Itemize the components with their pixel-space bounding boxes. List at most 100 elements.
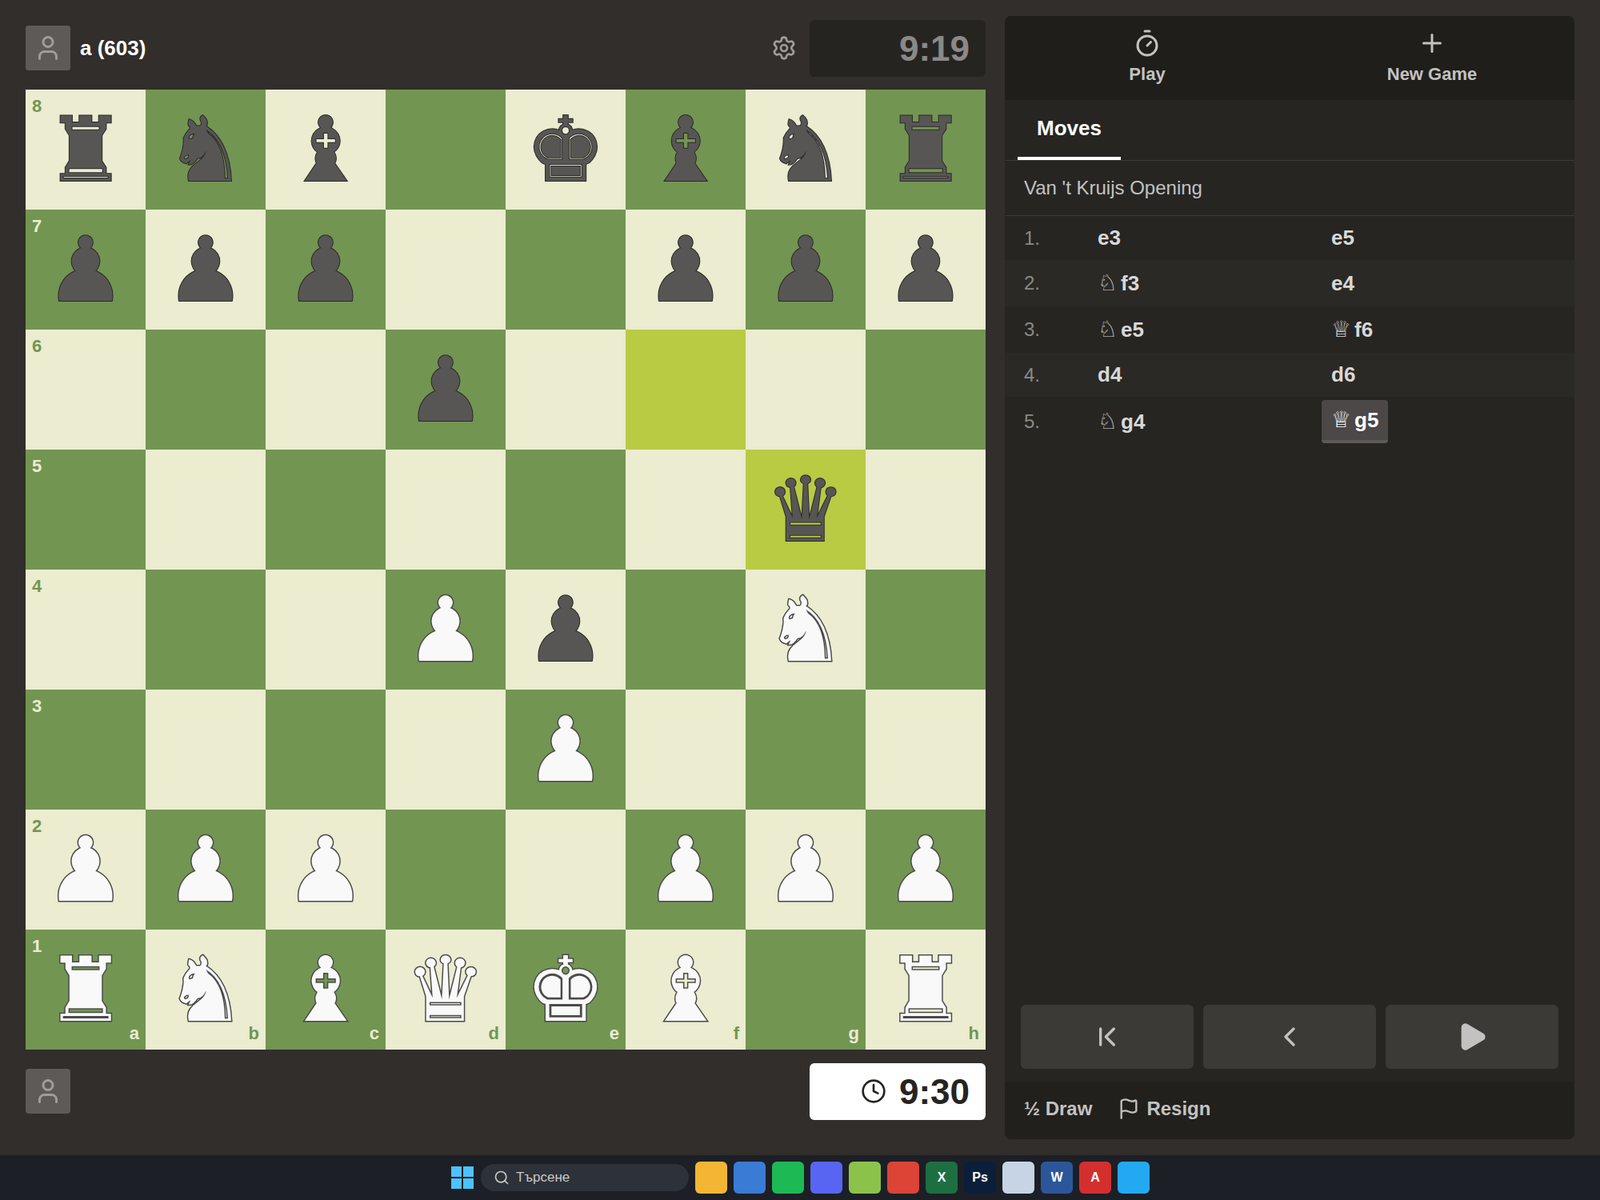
board-square[interactable] xyxy=(265,449,386,570)
windows-logo-icon[interactable] xyxy=(450,1165,475,1190)
board-square[interactable]: ♚ xyxy=(505,89,626,210)
move-entry[interactable]: d4 xyxy=(1088,356,1132,394)
chess-piece[interactable]: ♟ xyxy=(525,704,606,795)
chess-piece[interactable]: ♝ xyxy=(645,944,726,1035)
board-square[interactable]: h♜ xyxy=(865,929,986,1050)
board-square[interactable]: ♟ xyxy=(505,689,626,810)
chess-piece[interactable]: ♟ xyxy=(405,584,486,675)
chess-piece[interactable]: ♜ xyxy=(45,944,126,1035)
board-square[interactable]: ♟ xyxy=(865,209,986,330)
chess-piece[interactable]: ♟ xyxy=(645,224,726,315)
board-square[interactable]: c♝ xyxy=(265,929,386,1050)
board-square[interactable]: ♟ xyxy=(745,809,866,930)
board-square[interactable]: b♞ xyxy=(145,929,266,1050)
board-square[interactable] xyxy=(145,449,266,570)
board-square[interactable] xyxy=(265,569,386,690)
board-square[interactable]: ♝ xyxy=(625,89,746,210)
board-square[interactable] xyxy=(625,449,746,570)
taskbar-app-icon[interactable] xyxy=(772,1161,804,1194)
draw-button[interactable]: ½ Draw xyxy=(1024,1094,1092,1124)
play-button[interactable] xyxy=(1385,1004,1559,1069)
board-square[interactable]: f♝ xyxy=(625,929,746,1050)
chess-piece[interactable]: ♞ xyxy=(165,104,246,195)
board-square[interactable]: 5 xyxy=(25,449,146,570)
chess-piece[interactable]: ♟ xyxy=(165,224,246,315)
board-square[interactable]: ♞ xyxy=(745,569,866,690)
board-square[interactable]: 6 xyxy=(25,329,146,450)
chess-piece[interactable]: ♝ xyxy=(285,104,366,195)
board-square[interactable]: ♟ xyxy=(385,329,506,450)
board-square[interactable] xyxy=(385,89,506,210)
board-square[interactable] xyxy=(385,209,506,330)
previous-move-button[interactable] xyxy=(1203,1004,1376,1069)
first-move-button[interactable] xyxy=(1020,1004,1194,1069)
board-square[interactable]: ♞ xyxy=(745,89,866,210)
taskbar-app-icon[interactable] xyxy=(810,1161,843,1194)
taskbar-app-icon[interactable]: X xyxy=(925,1161,958,1194)
board-square[interactable]: 1a♜ xyxy=(25,929,146,1050)
chess-piece[interactable]: ♚ xyxy=(525,104,606,195)
move-entry[interactable]: e4 xyxy=(1321,264,1364,303)
board-square[interactable] xyxy=(865,329,986,450)
board-square[interactable] xyxy=(385,809,506,930)
board-square[interactable] xyxy=(265,689,386,810)
board-square[interactable]: ♛ xyxy=(745,449,866,570)
taskbar-app-icon[interactable] xyxy=(1117,1161,1150,1194)
taskbar-app-icon[interactable]: Ps xyxy=(964,1161,996,1194)
board-square[interactable]: ♝ xyxy=(265,89,386,210)
board-square[interactable] xyxy=(625,329,746,450)
chess-piece[interactable]: ♛ xyxy=(765,464,846,555)
chess-piece[interactable]: ♜ xyxy=(885,104,966,195)
taskbar-app-icon[interactable]: A xyxy=(1079,1161,1112,1194)
taskbar-app-icon[interactable] xyxy=(848,1161,881,1194)
board-square[interactable] xyxy=(145,569,266,690)
taskbar-app-icon[interactable] xyxy=(887,1161,920,1194)
chess-piece[interactable]: ♟ xyxy=(765,224,846,315)
header-button[interactable]: New Game xyxy=(1289,16,1575,100)
chess-piece[interactable]: ♞ xyxy=(765,584,846,675)
board-square[interactable] xyxy=(265,329,386,450)
search-field[interactable]: Търсене xyxy=(480,1164,689,1192)
chess-piece[interactable]: ♜ xyxy=(45,104,126,195)
board-square[interactable]: ♟ xyxy=(145,209,266,330)
board-square[interactable]: ♟ xyxy=(265,809,386,930)
board-square[interactable]: ♜ xyxy=(865,89,986,210)
chess-piece[interactable]: ♟ xyxy=(45,824,126,915)
chess-piece[interactable]: ♝ xyxy=(285,944,366,1035)
move-entry[interactable]: ♘f3 xyxy=(1088,263,1149,304)
taskbar-app-icon[interactable] xyxy=(733,1161,766,1194)
board-square[interactable] xyxy=(505,209,626,330)
board-square[interactable]: ♟ xyxy=(265,209,386,330)
chess-piece[interactable]: ♚ xyxy=(525,944,606,1035)
board-square[interactable] xyxy=(625,689,746,810)
chess-piece[interactable]: ♟ xyxy=(645,824,726,915)
chess-piece[interactable]: ♞ xyxy=(165,944,246,1035)
chess-board[interactable]: 8♜♞♝♚♝♞♜7♟♟♟♟♟♟6♟5♛4♟♟♞3♟2♟♟♟♟♟♟1a♜b♞c♝d… xyxy=(25,89,986,1050)
board-square[interactable] xyxy=(865,569,986,690)
board-square[interactable] xyxy=(505,809,626,930)
board-square[interactable]: ♟ xyxy=(505,569,626,690)
chess-piece[interactable]: ♛ xyxy=(405,944,486,1035)
board-square[interactable]: 2♟ xyxy=(25,809,146,930)
board-square[interactable] xyxy=(745,689,866,810)
move-entry[interactable]: ♕f6 xyxy=(1321,309,1383,350)
board-square[interactable] xyxy=(505,449,626,570)
move-entry[interactable]: d6 xyxy=(1321,356,1365,394)
board-square[interactable] xyxy=(385,449,506,570)
move-entry[interactable]: e5 xyxy=(1321,219,1364,257)
board-square[interactable]: ♟ xyxy=(625,809,746,930)
chess-piece[interactable]: ♟ xyxy=(285,224,366,315)
board-square[interactable] xyxy=(145,689,266,810)
board-square[interactable] xyxy=(865,689,986,810)
board-square[interactable] xyxy=(745,329,866,450)
board-square[interactable]: 7♟ xyxy=(25,209,146,330)
board-square[interactable]: d♛ xyxy=(385,929,506,1050)
chess-piece[interactable]: ♟ xyxy=(885,224,966,315)
board-square[interactable]: ♟ xyxy=(145,809,266,930)
move-entry[interactable]: ♘e5 xyxy=(1088,309,1154,350)
board-square[interactable]: ♟ xyxy=(745,209,866,330)
chess-piece[interactable]: ♜ xyxy=(885,944,966,1035)
chess-piece[interactable]: ♟ xyxy=(765,824,846,915)
board-square[interactable] xyxy=(865,449,986,570)
resign-button[interactable]: Resign xyxy=(1117,1094,1211,1124)
